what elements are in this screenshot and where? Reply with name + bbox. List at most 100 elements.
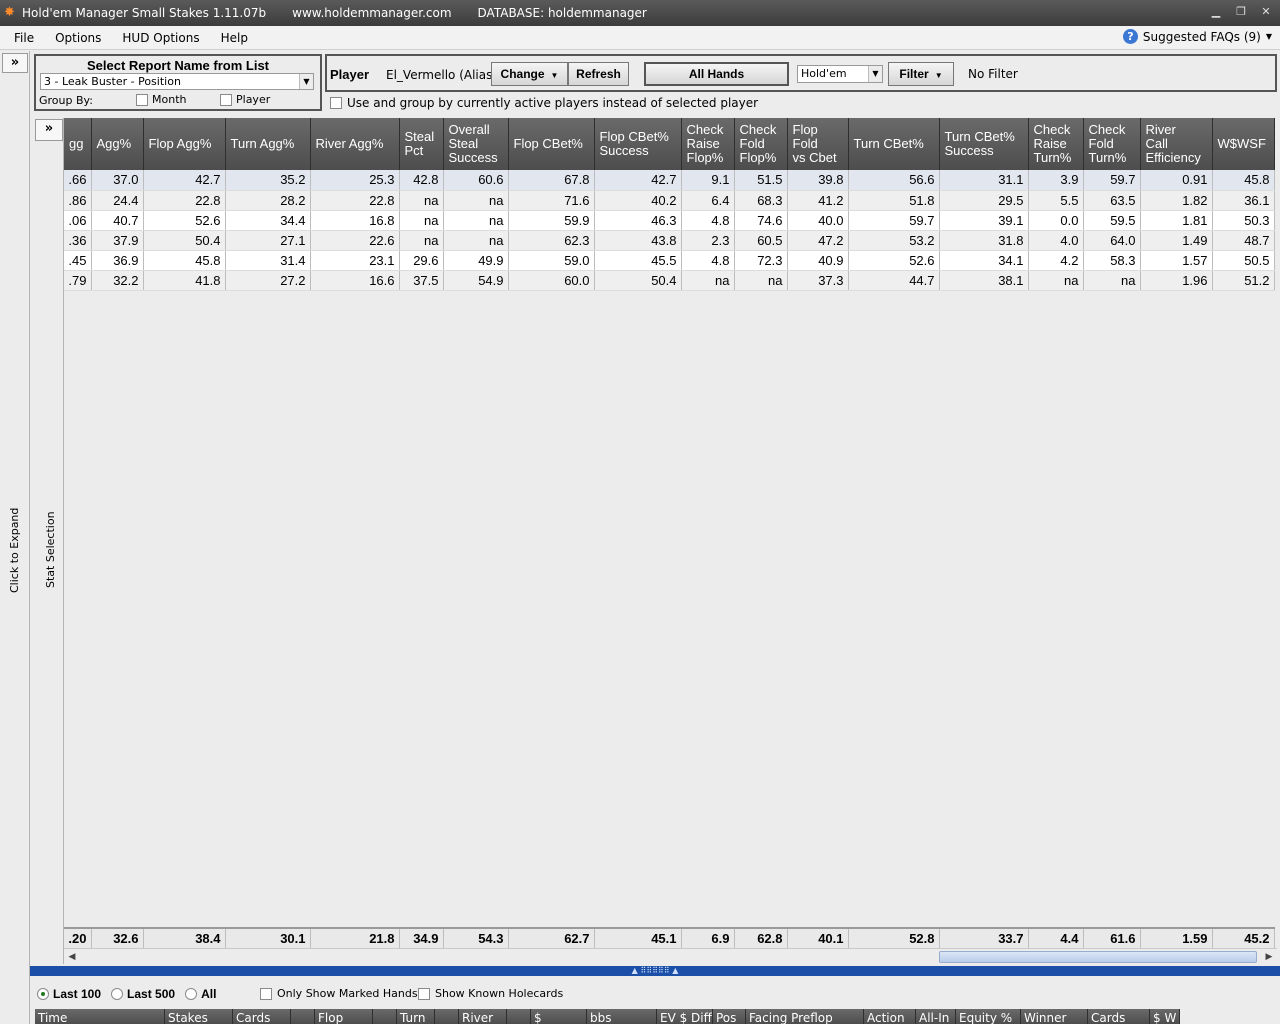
table-row[interactable]: .66 37.0 42.7 35.2 25.3 42.8 60.6 67.8 42.7 9.1 51… (64, 170, 1275, 191)
hands-column-header[interactable]: Pos (713, 1009, 746, 1024)
last-100-radio[interactable]: Last 100 (37, 987, 101, 1001)
known-holecards-checkbox[interactable]: Show Known Holecards (418, 987, 563, 1000)
column-header[interactable]: gg (64, 118, 92, 170)
table-cell: na (399, 230, 444, 251)
radio[interactable] (185, 988, 198, 1000)
hands-column-header[interactable]: EV $ Diff (657, 1009, 713, 1024)
radio[interactable] (37, 988, 49, 1000)
column-header[interactable]: Flop CBet% Success (594, 118, 682, 170)
expand-stat-selection-button[interactable]: » (35, 119, 63, 141)
group-by-month-checkbox[interactable]: Month (136, 93, 186, 106)
faq-menu[interactable]: ? Suggested FAQs (9) ▼ (1122, 29, 1272, 44)
table-cell: .36 (64, 230, 92, 251)
panel-splitter[interactable]: ▲ ⠿⠿⠿⠿⠿ ▲ (30, 966, 1280, 976)
hands-column-header[interactable]: Facing Preflop (746, 1009, 864, 1024)
hands-column-header[interactable] (373, 1009, 397, 1024)
active-players-checkbox[interactable]: Use and group by currently active player… (330, 96, 758, 110)
column-header[interactable]: Agg% (91, 118, 144, 170)
chevron-down-icon[interactable]: ▼ (299, 74, 313, 89)
column-header[interactable]: Flop Fold vs Cbet (787, 118, 849, 170)
hands-column-header[interactable]: Action (864, 1009, 916, 1024)
expand-panel-button[interactable]: » (2, 53, 28, 73)
radio[interactable] (111, 988, 124, 1000)
table-row[interactable]: .06 40.7 52.6 34.4 16.8 na na 59.9 46.3 4.8 74.6 40… (64, 210, 1275, 231)
checkbox[interactable] (136, 93, 148, 106)
hands-column-header[interactable]: River (459, 1009, 507, 1024)
stat-selection-panel[interactable]: » Stat Selection (34, 118, 64, 964)
hands-column-header[interactable]: Stakes (165, 1009, 233, 1024)
scroll-left-icon[interactable]: ◀ (65, 950, 79, 964)
filter-button[interactable]: Filter ▼ (888, 62, 954, 86)
checkbox[interactable] (260, 987, 272, 1000)
hands-column-header[interactable]: $ W (1150, 1009, 1180, 1024)
hands-column-header[interactable]: Equity % (956, 1009, 1021, 1024)
only-marked-hands-checkbox[interactable]: Only Show Marked Hands (260, 987, 418, 1000)
table-row[interactable]: .79 32.2 41.8 27.2 16.6 37.5 54.9 60.0 50.4 na na 3… (64, 270, 1275, 291)
checkbox[interactable] (330, 97, 342, 109)
table-cell: 1.81 (1140, 210, 1213, 231)
column-header[interactable]: Turn CBet% (848, 118, 940, 170)
column-header[interactable]: Steal Pct (399, 118, 444, 170)
scrollbar-thumb[interactable] (939, 951, 1257, 963)
stats-grid[interactable]: gg Agg% Flop Agg% Turn Agg% River Agg% Steal P… (64, 118, 1277, 964)
column-header[interactable]: River Agg% (310, 118, 400, 170)
table-row[interactable]: .36 37.9 50.4 27.1 22.6 na na 62.3 43.8 2.3 60.5 47… (64, 230, 1275, 251)
table-cell: na (443, 190, 509, 211)
hands-column-header[interactable] (435, 1009, 459, 1024)
table-cell: 1.96 (1140, 270, 1213, 291)
column-header[interactable]: Check Fold Flop% (734, 118, 788, 170)
minimize-icon[interactable]: ▁ (1208, 4, 1224, 20)
column-header[interactable]: Check Fold Turn% (1083, 118, 1141, 170)
game-type-dropdown[interactable]: Hold'em ▼ (797, 65, 883, 83)
group-by-player-checkbox[interactable]: Player (220, 93, 270, 106)
table-cell: 1.57 (1140, 250, 1213, 271)
checkbox[interactable] (418, 987, 430, 1000)
report-dropdown[interactable]: 3 - Leak Buster - Position ▼ (40, 73, 314, 90)
hands-column-header[interactable]: Cards (1088, 1009, 1150, 1024)
last-500-radio[interactable]: Last 500 (111, 987, 175, 1001)
totals-cell: 40.1 (787, 927, 849, 949)
hands-column-header[interactable]: Winner (1021, 1009, 1088, 1024)
hands-column-header[interactable]: bbs (587, 1009, 657, 1024)
column-header[interactable]: Check Raise Flop% (681, 118, 735, 170)
hands-column-header[interactable]: $ (531, 1009, 587, 1024)
stat-selection-label[interactable]: Stat Selection (44, 511, 57, 588)
chevron-down-icon[interactable]: ▼ (868, 66, 882, 82)
all-radio[interactable]: All (185, 987, 216, 1001)
hands-column-header[interactable] (507, 1009, 531, 1024)
menu-options[interactable]: Options (48, 31, 109, 45)
column-header[interactable]: Turn CBet% Success (939, 118, 1029, 170)
hands-column-header[interactable]: Cards (233, 1009, 291, 1024)
chevron-down-icon: ▼ (934, 71, 943, 80)
menu-help[interactable]: Help (214, 31, 256, 45)
column-header[interactable]: Check Raise Turn% (1028, 118, 1084, 170)
totals-cell: 54.3 (443, 927, 509, 949)
menu-hud-options[interactable]: HUD Options (115, 31, 207, 45)
menu-file[interactable]: File (7, 31, 42, 45)
filter-label: Filter (899, 67, 929, 81)
checkbox[interactable] (220, 93, 232, 106)
hands-column-header[interactable] (291, 1009, 315, 1024)
table-row[interactable]: .45 36.9 45.8 31.4 23.1 29.6 49.9 59.0 45.5 4.8 72… (64, 250, 1275, 271)
close-icon[interactable]: ✕ (1258, 4, 1274, 20)
table-cell: 38.1 (939, 270, 1029, 291)
horizontal-scrollbar[interactable]: ◀ ▶ (64, 948, 1277, 964)
left-side-panel[interactable]: » Click to Expand (0, 51, 30, 1024)
scroll-right-icon[interactable]: ▶ (1262, 950, 1276, 964)
table-row[interactable]: .86 24.4 22.8 28.2 22.8 na na 71.6 40.2 6.4 68.3 41… (64, 190, 1275, 211)
hands-column-header[interactable]: Time (35, 1009, 165, 1024)
restore-icon[interactable]: ❐ (1233, 4, 1249, 20)
column-header[interactable]: River Call Efficiency (1140, 118, 1213, 170)
column-header[interactable]: Turn Agg% (225, 118, 311, 170)
column-header[interactable]: Flop CBet% (508, 118, 595, 170)
hands-column-header[interactable]: Turn (397, 1009, 435, 1024)
hands-column-header[interactable]: All-In (916, 1009, 956, 1024)
column-header[interactable]: W$WSF (1212, 118, 1275, 170)
refresh-button[interactable]: Refresh (568, 62, 629, 86)
click-to-expand-label[interactable]: Click to Expand (8, 508, 21, 593)
all-hands-button[interactable]: All Hands (644, 62, 789, 86)
hands-column-header[interactable]: Flop (315, 1009, 373, 1024)
column-header[interactable]: Overall Steal Success (443, 118, 509, 170)
change-button[interactable]: Change ▼ (491, 62, 568, 86)
column-header[interactable]: Flop Agg% (143, 118, 226, 170)
